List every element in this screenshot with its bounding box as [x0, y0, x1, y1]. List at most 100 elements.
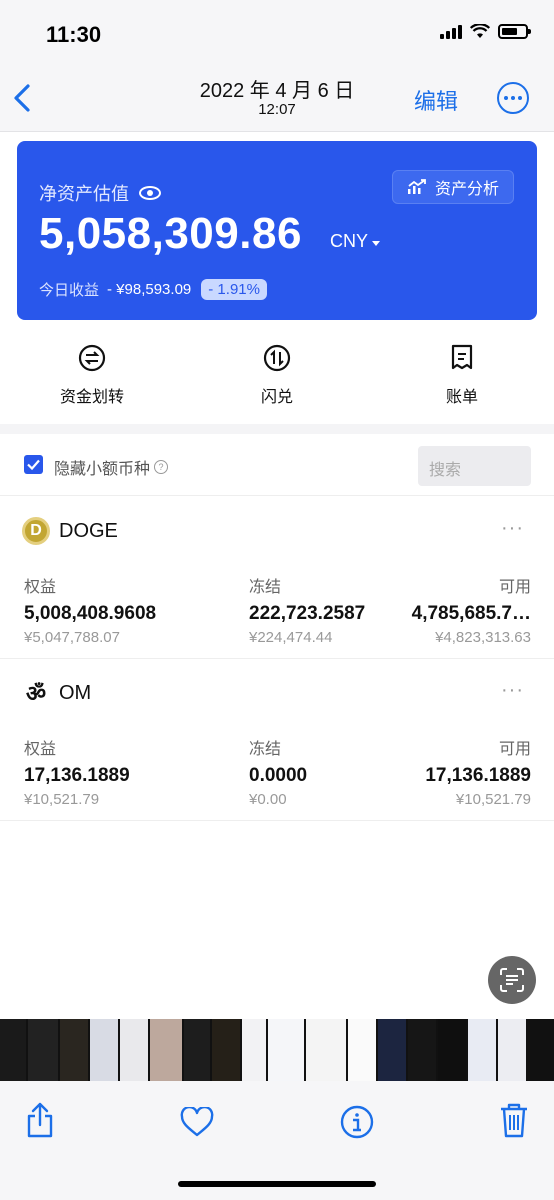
available-column: 可用 4,785,685.7… ¥4,823,313.63 — [412, 573, 531, 646]
section-divider — [0, 424, 554, 434]
equity-column: 权益 5,008,408.9608 ¥5,047,788.07 — [24, 573, 156, 646]
wifi-icon — [470, 24, 490, 38]
frozen-column: 冻结 222,723.2587 ¥224,474.44 — [249, 573, 365, 646]
bill-icon — [451, 344, 473, 370]
photo-thumbnail[interactable] — [184, 1019, 210, 1081]
equity-value: 17,136.1889 — [24, 765, 130, 786]
filter-row: 隐藏小额币种 ? 搜索 — [0, 434, 554, 496]
today-earnings-row: 今日收益 - ¥98,593.09 - 1.91% — [39, 279, 267, 300]
photo-thumbnail[interactable] — [150, 1019, 182, 1081]
asset-analysis-label: 资产分析 — [434, 181, 499, 198]
action-swap[interactable]: 闪兑 — [217, 344, 337, 407]
more-options-icon[interactable] — [497, 82, 529, 114]
equity-cny: ¥5,047,788.07 — [24, 629, 120, 646]
om-logo-icon: ॐ — [22, 679, 50, 707]
photo-thumbnail[interactable] — [348, 1019, 376, 1081]
photo-thumbnail[interactable] — [498, 1019, 526, 1081]
photo-thumbnail[interactable] — [0, 1019, 26, 1081]
edit-button[interactable]: 编辑 — [414, 84, 458, 116]
photo-time: 12:07 — [258, 101, 296, 118]
text-scan-icon — [500, 968, 524, 992]
photo-thumbnail-strip[interactable] — [0, 1019, 554, 1081]
available-cny: ¥4,823,313.63 — [435, 629, 531, 646]
hide-small-label: 隐藏小额币种 — [54, 461, 151, 478]
coin-header: ॐ OM — [22, 679, 91, 707]
checkmark-icon — [27, 459, 40, 471]
today-earnings-percent: - 1.91% — [201, 279, 267, 300]
available-label: 可用 — [498, 579, 531, 596]
frozen-label: 冻结 — [249, 741, 282, 758]
status-icons — [440, 24, 531, 39]
status-bar: 11:30 — [0, 0, 554, 66]
photo-thumbnail[interactable] — [408, 1019, 436, 1081]
coin-name: DOGE — [59, 519, 118, 542]
eye-icon[interactable] — [139, 186, 161, 200]
currency-selector[interactable]: CNY — [330, 231, 381, 252]
doge-logo-icon: D — [22, 517, 50, 545]
photo-thumbnail[interactable] — [438, 1019, 466, 1081]
equity-cny: ¥10,521.79 — [24, 791, 100, 808]
live-text-scan-button[interactable] — [488, 956, 536, 1004]
equity-label: 权益 — [24, 741, 57, 758]
hide-small-label-row[interactable]: 隐藏小额币种 ? — [54, 455, 169, 479]
search-input[interactable]: 搜索 — [418, 446, 531, 486]
photo-thumbnail[interactable] — [28, 1019, 58, 1081]
transfer-icon — [78, 344, 106, 372]
coin-name: OM — [59, 681, 92, 704]
coin-more-icon[interactable]: ··· — [501, 517, 524, 540]
action-bill[interactable]: 账单 — [402, 344, 522, 407]
frozen-value: 0.0000 — [249, 765, 308, 786]
net-asset-label-row: 净资产估值 — [39, 180, 161, 206]
info-icon[interactable] — [340, 1105, 374, 1139]
coin-row-doge[interactable]: D DOGE ··· 权益 5,008,408.9608 ¥5,047,788.… — [0, 497, 554, 659]
photo-nav-bar: 2022 年 4 月 6 日 12:07 编辑 — [0, 66, 554, 132]
photo-thumbnail[interactable] — [268, 1019, 304, 1081]
available-value: 17,136.1889 — [425, 765, 531, 786]
hide-small-checkbox[interactable] — [24, 455, 43, 474]
help-icon[interactable]: ? — [154, 460, 169, 474]
available-value: 4,785,685.7… — [411, 603, 531, 624]
today-earnings-label: 今日收益 — [39, 282, 100, 299]
caret-down-icon — [372, 240, 381, 246]
cellular-signal-icon — [440, 24, 462, 39]
quick-actions: 资金划转 闪兑 账单 — [0, 334, 554, 424]
photo-thumbnail[interactable] — [120, 1019, 148, 1081]
currency-label: CNY — [330, 231, 369, 251]
photo-thumbnail[interactable] — [90, 1019, 118, 1081]
asset-analysis-button[interactable]: 资产分析 — [392, 170, 514, 204]
photo-date: 2022 年 4 月 6 日 — [199, 80, 355, 102]
equity-column: 权益 17,136.1889 ¥10,521.79 — [24, 735, 130, 808]
available-cny: ¥10,521.79 — [455, 791, 531, 808]
trend-chart-icon — [407, 179, 426, 194]
status-time: 11:30 — [46, 22, 102, 47]
available-column: 可用 17,136.1889 ¥10,521.79 — [425, 735, 531, 808]
frozen-cny: ¥0.00 — [249, 791, 287, 808]
photo-thumbnail[interactable] — [378, 1019, 406, 1081]
available-label: 可用 — [498, 741, 531, 758]
net-asset-card: 净资产估值 资产分析 5,058,309.86 CNY 今日收益 - ¥98,5… — [17, 141, 537, 320]
net-asset-value: 5,058,309.86 — [39, 209, 302, 258]
action-label: 资金划转 — [59, 389, 124, 406]
photo-thumbnail[interactable] — [60, 1019, 88, 1081]
equity-value: 5,008,408.9608 — [24, 603, 157, 624]
photo-thumbnail[interactable] — [306, 1019, 346, 1081]
battery-icon — [498, 24, 531, 39]
favorite-heart-icon[interactable] — [180, 1107, 214, 1137]
photo-thumbnail[interactable] — [242, 1019, 266, 1081]
coin-more-icon[interactable]: ··· — [501, 679, 524, 702]
net-asset-label: 净资产估值 — [39, 184, 129, 204]
photo-thumbnail[interactable] — [468, 1019, 496, 1081]
coin-header: D DOGE — [22, 517, 118, 545]
action-label: 账单 — [445, 389, 478, 406]
photo-thumbnail[interactable] — [212, 1019, 240, 1081]
frozen-label: 冻结 — [249, 579, 282, 596]
frozen-cny: ¥224,474.44 — [249, 629, 333, 646]
coin-row-om[interactable]: ॐ OM ··· 权益 17,136.1889 ¥10,521.79 冻结 0.… — [0, 659, 554, 821]
frozen-column: 冻结 0.0000 ¥0.00 — [249, 735, 307, 808]
swap-icon — [263, 344, 291, 372]
home-indicator — [178, 1181, 376, 1187]
action-transfer[interactable]: 资金划转 — [32, 344, 152, 407]
action-label: 闪兑 — [260, 389, 293, 406]
share-icon[interactable] — [24, 1101, 56, 1139]
trash-icon[interactable] — [498, 1101, 530, 1139]
